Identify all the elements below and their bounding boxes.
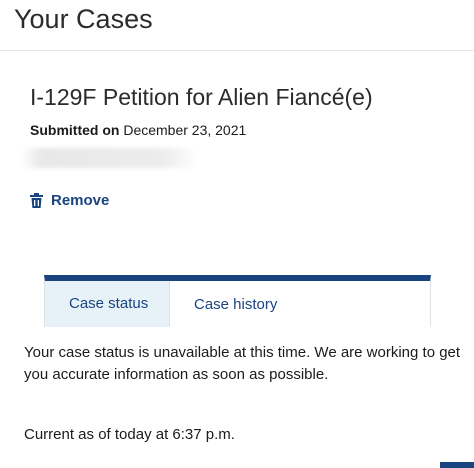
submitted-info: Submitted on December 23, 2021: [30, 122, 246, 138]
case-title: I-129F Petition for Alien Fiancé(e): [30, 84, 373, 110]
corner-accent: [440, 462, 474, 468]
submitted-label: Submitted on: [30, 122, 120, 138]
page-header: Your Cases: [0, 0, 474, 51]
remove-button[interactable]: Remove: [30, 192, 109, 209]
remove-label: Remove: [51, 192, 110, 209]
current-as-of: Current as of today at 6:37 p.m.: [24, 426, 235, 443]
redacted-area: [20, 148, 198, 168]
tab-case-history[interactable]: Case history: [170, 281, 430, 327]
case-status-message: Your case status is unavailable at this …: [24, 344, 461, 383]
page-title: Your Cases: [14, 4, 153, 34]
tab-case-status-label: Case status: [69, 295, 149, 312]
tab-case-history-label: Case history: [194, 295, 278, 313]
trash-icon: [30, 193, 43, 208]
submitted-date: December 23, 2021: [123, 122, 247, 138]
case-tabs: Case status Case history: [44, 275, 431, 327]
tab-case-status[interactable]: Case status: [45, 281, 170, 327]
